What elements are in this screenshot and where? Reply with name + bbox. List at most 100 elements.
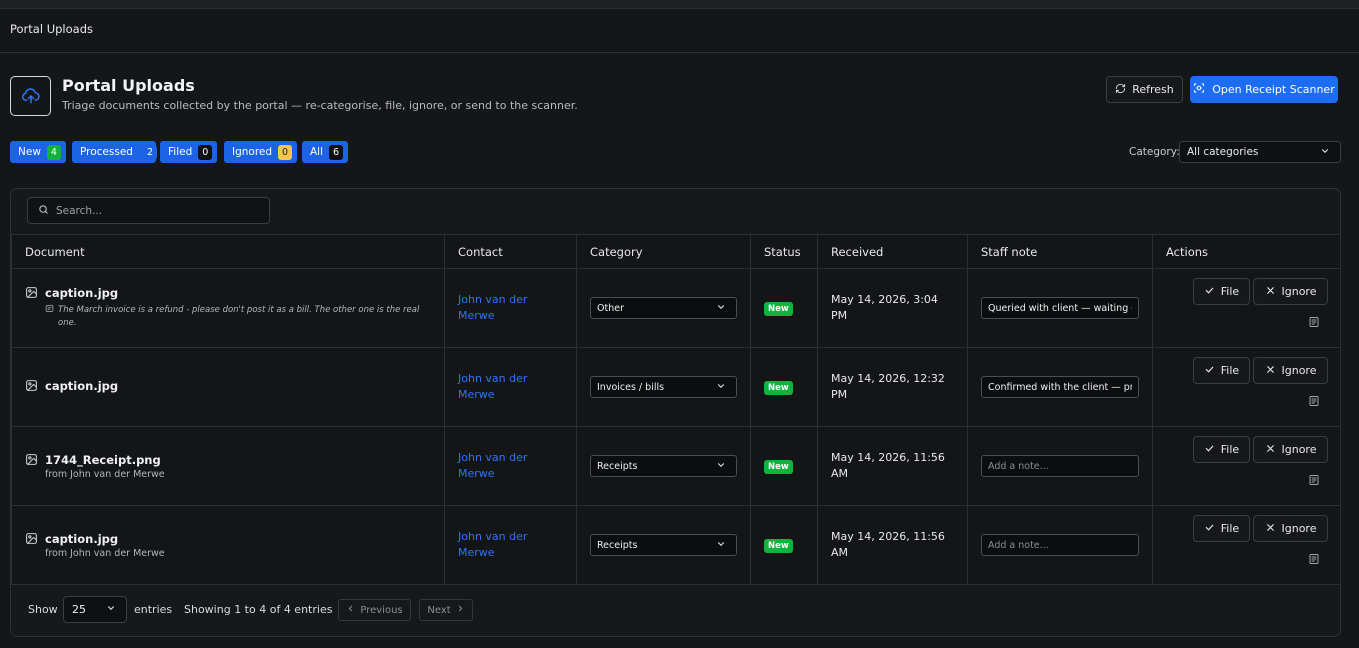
tab-ignored[interactable]: Ignored 0: [224, 141, 298, 163]
category-cell: Other: [576, 268, 751, 348]
tab-count: 6: [329, 144, 344, 160]
received-cell: May 14, 2026, 3:04 PM: [817, 268, 968, 348]
document-source: from John van der Merwe: [45, 547, 165, 559]
document-source: from John van der Merwe: [45, 468, 165, 480]
actions-cell: File Ignore: [1152, 268, 1341, 348]
column-header-received[interactable]: Received: [817, 234, 968, 269]
close-icon: [1265, 522, 1276, 536]
tab-count: 2: [142, 144, 157, 160]
ignore-button[interactable]: Ignore: [1253, 278, 1328, 305]
tab-label: Filed: [168, 146, 193, 158]
tab-new[interactable]: New 4: [10, 141, 66, 163]
category-cell: Invoices / bills: [576, 347, 751, 427]
chevron-down-icon: [716, 539, 726, 552]
ignore-label: Ignore: [1281, 285, 1317, 298]
tab-count: 4: [46, 144, 61, 160]
staff-note-input[interactable]: [981, 376, 1139, 398]
file-button[interactable]: File: [1193, 357, 1250, 384]
search-box[interactable]: [27, 197, 270, 224]
chevron-down-icon: [106, 603, 116, 616]
file-button[interactable]: File: [1193, 515, 1250, 542]
table-row: 1744_Receipt.png from John van der Merwe…: [11, 426, 1341, 506]
category-select[interactable]: Receipts: [590, 534, 737, 556]
tab-filed[interactable]: Filed 0: [160, 141, 218, 163]
close-icon: [1265, 285, 1276, 299]
check-icon: [1204, 364, 1215, 378]
contact-link[interactable]: John van der Merwe: [458, 450, 576, 482]
tab-processed[interactable]: Processed 2: [72, 141, 157, 163]
table-header-row: Document Contact Category Status Receive…: [11, 234, 1341, 269]
category-value: Other: [597, 302, 624, 314]
chevron-right-icon: [456, 604, 465, 616]
staff-note-input[interactable]: [981, 455, 1139, 477]
staff-note-input[interactable]: [981, 297, 1139, 319]
document-name[interactable]: 1744_Receipt.png: [45, 453, 165, 467]
column-header-contact[interactable]: Contact: [444, 234, 577, 269]
received-cell: May 14, 2026, 11:56 AM: [817, 505, 968, 585]
send-to-scanner-icon[interactable]: [1307, 473, 1321, 487]
category-select[interactable]: Invoices / bills: [590, 376, 737, 398]
tab-all[interactable]: All 6: [302, 141, 349, 163]
staff-note-cell: [967, 268, 1153, 348]
page-length-value: 25: [72, 603, 86, 616]
file-label: File: [1220, 443, 1240, 456]
document-name[interactable]: caption.jpg: [45, 286, 444, 300]
search-input[interactable]: [56, 204, 256, 217]
column-header-document[interactable]: Document: [11, 234, 445, 269]
breadcrumb[interactable]: Portal Uploads: [10, 22, 93, 36]
category-select[interactable]: Receipts: [590, 455, 737, 477]
status-cell: New: [750, 426, 818, 506]
header-divider: [0, 52, 1359, 53]
staff-note-cell: [967, 505, 1153, 585]
open-receipt-scanner-button[interactable]: Open Receipt Scanner: [1190, 76, 1338, 103]
image-file-icon: [25, 379, 38, 395]
chevron-left-icon: [346, 604, 355, 616]
image-file-icon: [25, 532, 38, 548]
next-page-button[interactable]: Next: [419, 599, 473, 621]
column-header-status[interactable]: Status: [750, 234, 818, 269]
ignore-button[interactable]: Ignore: [1253, 436, 1328, 463]
contact-link[interactable]: John van der Merwe: [458, 529, 576, 561]
previous-page-button[interactable]: Previous: [338, 599, 411, 621]
send-to-scanner-icon[interactable]: [1307, 552, 1321, 566]
close-icon: [1265, 364, 1276, 378]
file-label: File: [1220, 364, 1240, 377]
cloud-upload-icon: [10, 76, 51, 116]
column-header-staff-note[interactable]: Staff note: [967, 234, 1153, 269]
received-cell: May 14, 2026, 11:56 AM: [817, 426, 968, 506]
tab-count: 0: [198, 144, 213, 160]
category-cell: Receipts: [576, 426, 751, 506]
contact-link[interactable]: John van der Merwe: [458, 371, 576, 403]
table-row: caption.jpg John van der Merwe Invoices …: [11, 347, 1341, 427]
status-badge: New: [764, 380, 793, 395]
page-subtitle: Triage documents collected by the portal…: [62, 99, 578, 112]
category-value: Receipts: [597, 539, 638, 551]
category-filter-select[interactable]: All categories: [1179, 141, 1341, 163]
page-length-select[interactable]: 25: [63, 596, 127, 623]
column-header-category[interactable]: Category: [576, 234, 751, 269]
tab-label: New: [18, 146, 41, 158]
file-button[interactable]: File: [1193, 436, 1250, 463]
send-to-scanner-icon[interactable]: [1307, 315, 1321, 329]
received-cell: May 14, 2026, 12:32 PM: [817, 347, 968, 427]
file-button[interactable]: File: [1193, 278, 1250, 305]
staff-note-input[interactable]: [981, 534, 1139, 556]
actions-cell: File Ignore: [1152, 347, 1341, 427]
refresh-icon: [1115, 83, 1126, 97]
category-select[interactable]: Other: [590, 297, 737, 319]
ignore-button[interactable]: Ignore: [1253, 357, 1328, 384]
document-name[interactable]: caption.jpg: [45, 532, 165, 546]
refresh-label: Refresh: [1132, 83, 1174, 96]
category-cell: Receipts: [576, 505, 751, 585]
staff-note-cell: [967, 426, 1153, 506]
refresh-button[interactable]: Refresh: [1106, 76, 1183, 103]
table-info: Showing 1 to 4 of 4 entries: [184, 603, 333, 616]
received-date: May 14, 2026, 12:32 PM: [831, 372, 945, 401]
tab-count: 0: [278, 144, 293, 160]
file-label: File: [1220, 285, 1240, 298]
ignore-button[interactable]: Ignore: [1253, 515, 1328, 542]
contact-link[interactable]: John van der Merwe: [458, 292, 576, 324]
document-name[interactable]: caption.jpg: [45, 379, 118, 393]
message-icon: [45, 304, 54, 330]
send-to-scanner-icon[interactable]: [1307, 394, 1321, 408]
